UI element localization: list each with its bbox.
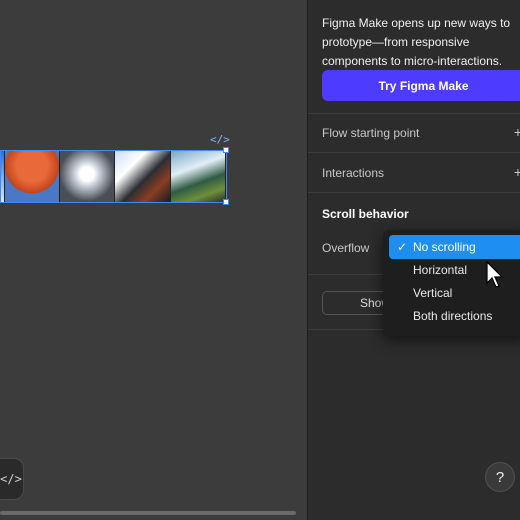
add-flow-icon[interactable]: + [514, 124, 520, 140]
carousel-image-5 [170, 151, 226, 202]
image-carousel-frame[interactable] [0, 150, 227, 203]
divider [308, 152, 520, 153]
design-canvas[interactable]: </> </> [0, 0, 307, 520]
scroll-behavior-title: Scroll behavior [322, 207, 409, 221]
try-figma-make-button[interactable]: Try Figma Make [322, 70, 520, 101]
horizontal-scrollbar[interactable] [0, 511, 296, 515]
overflow-label: Overflow [322, 241, 370, 255]
carousel-image-3 [60, 151, 116, 202]
mouse-pointer-icon [486, 261, 504, 288]
divider [308, 113, 520, 114]
option-label: Vertical [413, 286, 453, 300]
code-icon: </> [0, 472, 22, 486]
option-label: No scrolling [413, 240, 476, 254]
option-label: Both directions [413, 309, 493, 323]
figma-make-promo-text: Figma Make opens up new ways to prototyp… [322, 16, 511, 68]
checkmark-icon: ✓ [397, 240, 408, 254]
option-label: Horizontal [413, 263, 468, 277]
dev-mode-button[interactable]: </> [0, 458, 24, 500]
code-embed-icon[interactable]: </> [210, 133, 230, 146]
help-button[interactable]: ? [485, 462, 515, 492]
resize-handle-bottom-right[interactable] [223, 199, 229, 205]
divider [308, 192, 520, 193]
resize-handle-top-right[interactable] [223, 147, 229, 153]
overflow-option-no-scrolling[interactable]: ✓ No scrolling [389, 235, 520, 259]
overflow-option-both-directions[interactable]: Both directions [389, 304, 520, 328]
carousel-image-2 [4, 151, 61, 202]
flow-starting-point-label[interactable]: Flow starting point [322, 126, 419, 140]
interactions-label[interactable]: Interactions [322, 166, 384, 180]
add-interaction-icon[interactable]: + [514, 164, 520, 180]
carousel-image-4 [115, 151, 171, 202]
